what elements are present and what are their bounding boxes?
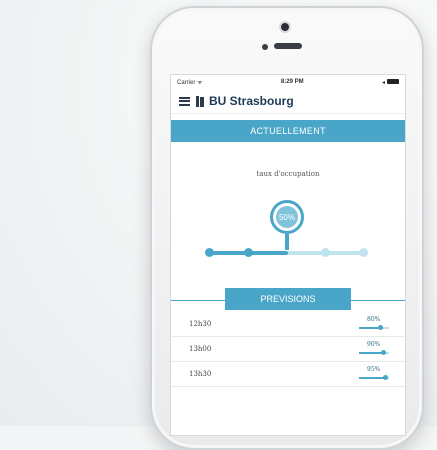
occupancy-gauge: 50% bbox=[171, 198, 405, 268]
signal-icon: ◂ bbox=[381, 79, 385, 86]
forecast-list: 12h30 80% 13h00 90% 13h30 95% bbox=[171, 312, 405, 387]
forecast-row: 13h30 95% bbox=[171, 362, 405, 387]
gauge-step-dot bbox=[321, 248, 330, 257]
forecast-row: 13h00 90% bbox=[171, 337, 405, 362]
forecast-time: 12h30 bbox=[189, 320, 212, 328]
carrier-label: Carrier ᯤ bbox=[177, 80, 203, 86]
battery-icon bbox=[387, 79, 399, 85]
gauge-step-dot bbox=[244, 248, 253, 257]
speaker-grille bbox=[274, 43, 302, 49]
hamburger-menu-icon[interactable] bbox=[179, 96, 190, 106]
occupancy-label: taux d'occupation bbox=[256, 170, 320, 178]
current-banner: ACTUELLEMENT bbox=[171, 120, 405, 142]
forecast-banner: PREVISIONS bbox=[225, 288, 351, 310]
forecast-value: 90% bbox=[367, 341, 381, 348]
camera-icon bbox=[281, 23, 289, 31]
occupancy-value: 50% bbox=[276, 206, 298, 228]
phone-frame: Carrier ᯤ 8:29 PM ◂ BU Strasbourg ACTUEL… bbox=[150, 6, 424, 450]
forecast-header: PREVISIONS bbox=[171, 288, 405, 312]
forecast-value: 95% bbox=[367, 366, 381, 373]
sensor-icon bbox=[262, 44, 268, 50]
forecast-mini-gauge: 80% bbox=[359, 316, 389, 332]
forecast-time: 13h30 bbox=[189, 370, 212, 378]
mini-knob bbox=[382, 375, 388, 380]
mini-knob bbox=[381, 350, 386, 355]
forecast-time: 13h00 bbox=[189, 345, 212, 353]
app-screen: Carrier ᯤ 8:29 PM ◂ BU Strasbourg ACTUEL… bbox=[170, 74, 406, 436]
forecast-row: 12h30 80% bbox=[171, 312, 405, 337]
forecast-mini-gauge: 90% bbox=[359, 341, 389, 357]
gauge-step-dot bbox=[205, 248, 214, 257]
gauge-pin: 50% bbox=[270, 200, 304, 234]
status-bar: Carrier ᯤ 8:29 PM ◂ bbox=[171, 75, 405, 89]
forecast-value: 80% bbox=[367, 316, 381, 323]
gauge-pin-stem bbox=[285, 234, 289, 250]
status-right: ◂ bbox=[382, 79, 399, 86]
mini-knob bbox=[378, 325, 383, 330]
app-title: BU Strasbourg bbox=[209, 94, 294, 108]
app-header: BU Strasbourg bbox=[171, 89, 405, 114]
forecast-mini-gauge: 95% bbox=[359, 366, 389, 382]
gauge-step-dot bbox=[359, 248, 368, 257]
book-icon bbox=[196, 95, 204, 107]
clock: 8:29 PM bbox=[280, 79, 304, 85]
